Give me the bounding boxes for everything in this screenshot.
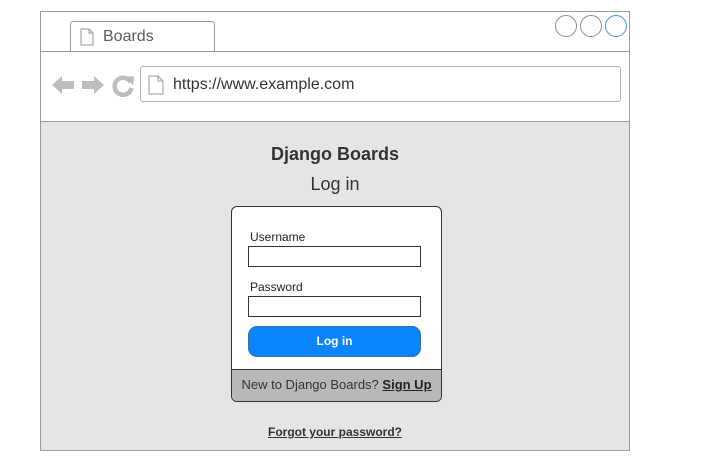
signup-footer: New to Django Boards? Sign Up [232, 369, 441, 401]
page-title: Log in [310, 174, 360, 194]
username-input[interactable] [248, 246, 421, 267]
forgot-password-link[interactable]: Forgot your password? [41, 425, 629, 439]
window-control-close[interactable] [555, 15, 577, 37]
page-icon [148, 75, 164, 100]
signup-prompt: New to Django Boards? [241, 377, 383, 392]
arrow-left-icon[interactable] [51, 74, 75, 101]
url-text: https://www.example.com [173, 76, 355, 93]
window-control-maximize[interactable] [605, 15, 627, 37]
login-card: Username Password Log in New to Django B… [231, 206, 442, 402]
reload-icon[interactable] [111, 74, 135, 103]
password-label: Password [250, 280, 303, 294]
signup-link[interactable]: Sign Up [382, 377, 431, 392]
page-content: Django Boards Log in Username Password L… [41, 122, 629, 450]
address-bar[interactable]: https://www.example.com [140, 66, 621, 102]
browser-window: Boards https://www.example.com Django Bo… [40, 11, 630, 451]
login-button[interactable]: Log in [248, 326, 421, 357]
page-icon [80, 28, 94, 51]
password-input[interactable] [248, 296, 421, 317]
window-control-minimize[interactable] [580, 15, 602, 37]
browser-tab[interactable]: Boards [70, 21, 215, 52]
site-brand: Django Boards [270, 144, 399, 164]
tab-bar: Boards [41, 12, 629, 52]
arrow-right-icon[interactable] [81, 74, 105, 101]
navigation-bar: https://www.example.com [41, 52, 629, 122]
tab-title: Boards [103, 28, 154, 45]
username-label: Username [250, 230, 306, 244]
